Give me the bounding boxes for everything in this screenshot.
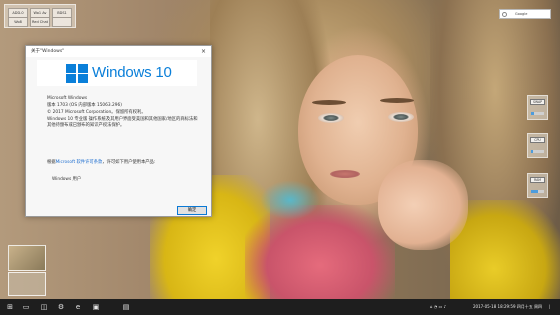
close-icon[interactable]: × bbox=[198, 47, 209, 56]
windows-logo-icon bbox=[66, 64, 88, 83]
cpu-usage-bar bbox=[531, 150, 544, 153]
license-suffix: ，许可如下用户使用本产品: bbox=[102, 160, 156, 165]
tray-icons[interactable]: ⌂ ◔ ▭ ♪ bbox=[430, 299, 446, 315]
wallpaper-brow-left bbox=[312, 100, 346, 105]
info-cell[interactable]: Wo8 bbox=[8, 17, 28, 27]
dialog-title: 关于"Windows" bbox=[31, 49, 65, 54]
settings-icon[interactable]: ⚙ bbox=[57, 303, 65, 311]
clock-datetime[interactable]: 2017-05-18 18:29:59 四月十五 周四 bbox=[473, 299, 542, 315]
wallpaper-hand bbox=[378, 160, 468, 250]
swap-gadget[interactable]: SWAP bbox=[527, 95, 548, 120]
widget-thumbnail[interactable] bbox=[8, 272, 46, 296]
task-view-icon[interactable]: ▭ bbox=[22, 303, 30, 311]
license-terms-link[interactable]: Microsoft 软件许可条款 bbox=[56, 160, 103, 165]
google-icon bbox=[502, 12, 507, 17]
cpu-gadget[interactable]: CPU bbox=[527, 133, 548, 158]
start-icon[interactable]: ⊞ bbox=[6, 303, 14, 311]
wallpaper-collar bbox=[260, 180, 320, 220]
info-cell[interactable] bbox=[52, 17, 72, 27]
explorer-icon[interactable]: ▣ bbox=[92, 303, 100, 311]
license-line: 根据Microsoft 软件许可条款，许可如下用户使用本产品: bbox=[47, 160, 155, 165]
ram-usage-bar bbox=[531, 190, 544, 193]
swap-usage-bar bbox=[531, 112, 544, 115]
info-cell[interactable]: Red Chat bbox=[30, 17, 50, 27]
licensed-user: Windows 用户 bbox=[52, 177, 82, 182]
ram-gadget[interactable]: RAM bbox=[527, 173, 548, 198]
windows-wordmark: Windows 10 bbox=[92, 64, 172, 81]
window-icon[interactable]: ◫ bbox=[40, 303, 48, 311]
wallpaper-lips bbox=[330, 170, 360, 178]
search-placeholder: Google bbox=[515, 12, 528, 16]
copyright-text: © 2017 Microsoft Corporation。保留所有权利。 bbox=[47, 110, 146, 115]
dialog-titlebar[interactable]: 关于"Windows" × bbox=[26, 46, 211, 57]
windows-banner: Windows 10 bbox=[37, 60, 197, 86]
info-widget: ADD-0 Wo1 Av BDS1 Wo8 Red Chat bbox=[4, 4, 76, 28]
photo-thumbnail[interactable] bbox=[8, 245, 46, 271]
description-line-1: Windows 10 专业版 操作系统及其用户界面受美国和其他国家/地区的商标法… bbox=[47, 117, 198, 122]
gadget-label: CPU bbox=[530, 137, 545, 143]
wallpaper-brow-right bbox=[380, 98, 414, 103]
ok-button[interactable]: 确定 bbox=[177, 206, 207, 215]
version-text: 版本 1703 (OS 内部版本 15063.296) bbox=[47, 103, 122, 108]
about-windows-dialog: 关于"Windows" × Windows 10 Microsoft Windo… bbox=[25, 45, 212, 217]
gadget-label: SWAP bbox=[530, 99, 545, 105]
show-desktop-button[interactable]: | bbox=[549, 299, 550, 315]
description-line-2: 其他待颁布或已颁布的知识产权法保护。 bbox=[47, 123, 125, 128]
gadget-label: RAM bbox=[530, 177, 545, 183]
wallpaper-eye-right bbox=[388, 112, 414, 122]
taskbar: ⊞ ▭ ◫ ⚙ e ▣ ▤ ⌂ ◔ ▭ ♪ 2017-05-18 18:29:5… bbox=[0, 299, 560, 315]
product-name: Microsoft Windows bbox=[47, 96, 88, 101]
search-box[interactable]: Google bbox=[499, 9, 551, 19]
store-icon[interactable]: ▤ bbox=[122, 303, 130, 311]
wallpaper-eye-left bbox=[318, 113, 344, 123]
license-prefix: 根据 bbox=[47, 160, 56, 165]
edge-icon[interactable]: e bbox=[74, 303, 82, 311]
